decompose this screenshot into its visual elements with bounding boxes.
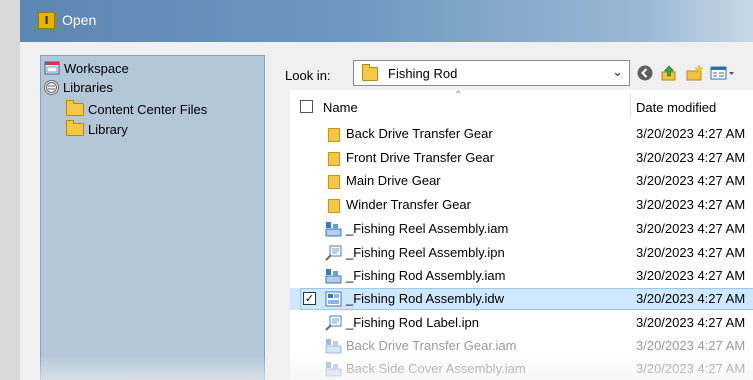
file-row[interactable]: _Fishing Rod Assembly.iam 3/20/2023 4:27…	[290, 265, 753, 287]
file-row[interactable]: Front Drive Transfer Gear 3/20/2023 4:27…	[290, 147, 753, 169]
file-date: 3/20/2023 4:27 AM	[636, 197, 746, 212]
file-name: Main Drive Gear	[346, 173, 441, 188]
chevron-down-icon: ⌄	[612, 64, 623, 79]
up-folder-icon	[661, 65, 676, 81]
file-date: 3/20/2023 4:27 AM	[636, 173, 746, 188]
file-date: 3/20/2023 4:27 AM	[636, 361, 746, 376]
file-date: 3/20/2023 4:27 AM	[636, 221, 746, 236]
sidebar-item-library[interactable]: Library	[66, 119, 128, 138]
folder-icon	[325, 197, 342, 213]
file-date: 3/20/2023 4:27 AM	[636, 291, 746, 306]
file-date: 3/20/2023 4:27 AM	[636, 126, 746, 141]
assembly-file-icon	[325, 268, 342, 284]
sidebar-item-label: Libraries	[63, 79, 113, 95]
file-row[interactable]: _Fishing Reel Assembly.iam 3/20/2023 4:2…	[290, 218, 753, 240]
view-menu-button[interactable]	[710, 64, 736, 82]
file-date: 3/20/2023 4:27 AM	[636, 245, 746, 260]
file-row[interactable]: Back Side Cover Assembly.iam 3/20/2023 4…	[290, 358, 753, 380]
new-folder-button[interactable]	[685, 64, 705, 82]
file-name: Front Drive Transfer Gear	[346, 150, 495, 165]
folder-icon	[66, 119, 84, 136]
libraries-icon	[44, 79, 59, 95]
file-row[interactable]: Winder Transfer Gear 3/20/2023 4:27 AM	[290, 194, 753, 216]
folder-icon	[325, 150, 342, 166]
file-date: 3/20/2023 4:27 AM	[636, 268, 746, 283]
workspace-icon	[44, 60, 60, 76]
sidebar-item-label: Content Center Files	[88, 101, 208, 117]
file-row[interactable]: _Fishing Reel Assembly.ipn 3/20/2023 4:2…	[290, 242, 753, 264]
file-date: 3/20/2023 4:27 AM	[636, 315, 746, 330]
file-date: 3/20/2023 4:27 AM	[636, 338, 746, 353]
sort-ascending-icon: ⌃	[454, 90, 463, 101]
row-checkbox[interactable]: ✓	[303, 292, 316, 305]
file-row[interactable]: Main Drive Gear 3/20/2023 4:27 AM	[290, 170, 753, 192]
file-row[interactable]: Back Drive Transfer Gear 3/20/2023 4:27 …	[290, 123, 753, 145]
sidebar-item-libraries[interactable]: Libraries	[44, 78, 113, 96]
file-name: _Fishing Rod Assembly.idw	[346, 291, 504, 306]
column-header-date-modified[interactable]: Date modified	[636, 100, 716, 115]
presentation-file-icon	[325, 315, 342, 331]
folder-icon	[362, 64, 378, 81]
new-folder-icon	[686, 64, 704, 81]
drawing-file-icon	[325, 291, 342, 307]
file-name: Back Drive Transfer Gear	[346, 126, 493, 141]
file-name: Back Drive Transfer Gear.iam	[346, 338, 517, 353]
file-row-selected[interactable]: ✓ _Fishing Rod Assembly.idw 3/20/2023 4:…	[290, 288, 753, 310]
up-folder-button[interactable]	[660, 64, 678, 82]
view-menu-icon	[710, 66, 734, 80]
file-name: _Fishing Reel Assembly.iam	[346, 221, 509, 236]
window-title: Open	[62, 12, 97, 28]
file-name: _Fishing Rod Label.ipn	[346, 315, 479, 330]
sidebar-item-workspace[interactable]: Workspace	[44, 59, 129, 77]
file-row[interactable]: Back Drive Transfer Gear.iam 3/20/2023 4…	[290, 335, 753, 357]
title-bar[interactable]: I Open	[20, 0, 753, 42]
folder-icon	[325, 173, 342, 189]
column-divider[interactable]	[630, 94, 631, 116]
file-name: _Fishing Rod Assembly.iam	[346, 268, 506, 283]
assembly-file-icon	[325, 221, 342, 237]
column-header-name[interactable]: Name	[323, 100, 358, 115]
file-row[interactable]: _Fishing Rod Label.ipn 3/20/2023 4:27 AM	[290, 312, 753, 334]
file-name: _Fishing Reel Assembly.ipn	[346, 245, 505, 260]
folder-icon	[66, 99, 84, 116]
look-in-dropdown[interactable]: Fishing Rod ⌄	[353, 60, 630, 86]
open-dialog: I Open Workspace Libraries Content Cente…	[20, 0, 753, 380]
file-list-header: Name ⌃ Date modified	[290, 90, 753, 120]
sidebar-item-content-center-files[interactable]: Content Center Files	[66, 99, 208, 118]
presentation-file-icon	[325, 245, 342, 261]
folder-icon	[325, 126, 342, 142]
assembly-file-icon	[325, 361, 342, 377]
file-list: Name ⌃ Date modified Back Drive Transfer…	[290, 90, 753, 380]
look-in-value: Fishing Rod	[388, 66, 458, 81]
places-panel: Workspace Libraries Content Center Files…	[40, 55, 265, 380]
file-date: 3/20/2023 4:27 AM	[636, 150, 746, 165]
look-in-label: Look in:	[285, 68, 331, 83]
file-name: Winder Transfer Gear	[346, 197, 471, 212]
file-name: Back Side Cover Assembly.iam	[346, 361, 526, 376]
sidebar-item-label: Library	[88, 121, 128, 137]
back-icon	[637, 65, 653, 81]
sidebar-item-label: Workspace	[64, 60, 129, 76]
select-all-checkbox[interactable]	[300, 100, 313, 113]
back-button[interactable]	[636, 64, 654, 82]
inventor-app-icon: I	[38, 12, 55, 29]
assembly-file-icon	[325, 338, 342, 354]
